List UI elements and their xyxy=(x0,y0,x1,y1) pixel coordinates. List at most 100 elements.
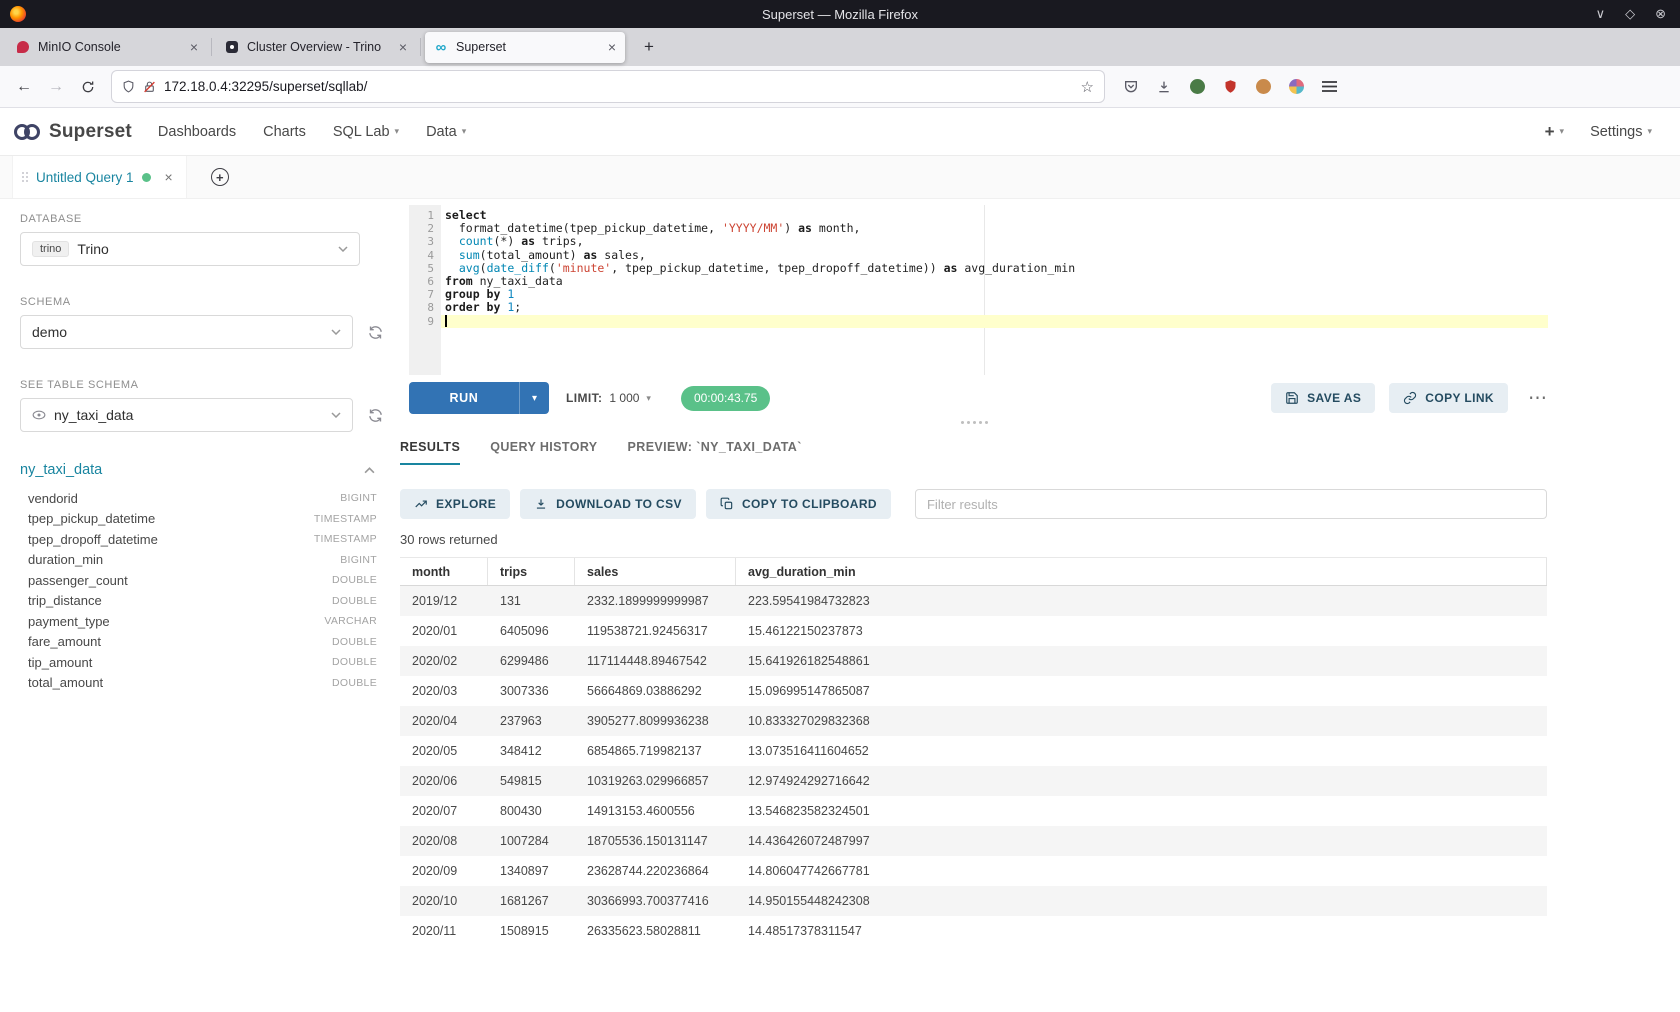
column-header[interactable]: month xyxy=(400,558,488,585)
tab-preview[interactable]: PREVIEW: `NY_TAXI_DATA` xyxy=(628,440,802,465)
browser-tab-trino[interactable]: Cluster Overview - Trino × xyxy=(216,32,416,63)
minimize-icon[interactable]: ∨ xyxy=(1596,6,1606,22)
tab-query-history[interactable]: QUERY HISTORY xyxy=(490,440,597,465)
reload-button[interactable] xyxy=(74,73,102,101)
shield-icon[interactable] xyxy=(122,79,135,94)
refresh-schema-icon[interactable] xyxy=(365,322,385,342)
code-line[interactable]: avg(date_diff('minute', tpep_pickup_date… xyxy=(441,262,1548,275)
table-row[interactable]: 2020/0780043014913153.460055613.54682358… xyxy=(400,796,1547,826)
table-name[interactable]: ny_taxi_data xyxy=(20,462,102,478)
nav-item-charts[interactable]: Charts xyxy=(263,124,306,140)
chevron-up-icon[interactable] xyxy=(364,467,375,474)
nav-item-dashboards[interactable]: Dashboards xyxy=(158,124,236,140)
column-row[interactable]: tip_amountDOUBLE xyxy=(20,652,385,673)
column-row[interactable]: vendoridBIGINT xyxy=(20,488,385,509)
table-row[interactable]: 2020/026299486117114448.8946754215.64192… xyxy=(400,646,1547,676)
copy-to-clipboard-button[interactable]: COPY TO CLIPBOARD xyxy=(706,489,891,519)
results-header-row: monthtripssalesavg_duration_min xyxy=(400,558,1547,586)
menu-hamburger-icon[interactable] xyxy=(1320,78,1338,96)
column-row[interactable]: duration_minBIGINT xyxy=(20,550,385,571)
table-row[interactable]: 2020/08100728418705536.15013114714.43642… xyxy=(400,826,1547,856)
query-tab[interactable]: Untitled Query 1 × xyxy=(12,156,187,198)
table-row[interactable]: 2020/0654981510319263.02996685712.974924… xyxy=(400,766,1547,796)
close-window-icon[interactable]: ⊗ xyxy=(1655,6,1666,22)
extension-icon-pinwheel[interactable] xyxy=(1287,78,1305,96)
code-line[interactable] xyxy=(441,315,1548,328)
ublock-shield-icon[interactable] xyxy=(1221,78,1239,96)
drag-handle-icon[interactable] xyxy=(22,172,28,182)
explore-button[interactable]: EXPLORE xyxy=(400,489,510,519)
pocket-icon[interactable] xyxy=(1122,78,1140,96)
column-row[interactable]: tpep_pickup_datetimeTIMESTAMP xyxy=(20,509,385,530)
results-toolbar: EXPLORE DOWNLOAD TO CSV COPY TO CLIPBOAR… xyxy=(400,489,1547,519)
table-row[interactable]: 2020/016405096119538721.9245631715.46122… xyxy=(400,616,1547,646)
column-name: vendorid xyxy=(28,491,78,506)
download-csv-button[interactable]: DOWNLOAD TO CSV xyxy=(520,489,696,519)
table-schema-label: SEE TABLE SCHEMA xyxy=(20,379,385,391)
database-select[interactable]: trino Trino xyxy=(20,232,360,266)
code-line[interactable]: order by 1; xyxy=(441,301,1548,314)
table-cell: 223.59541984732823 xyxy=(736,594,1547,608)
new-tab-button[interactable]: + xyxy=(636,34,662,60)
sql-editor[interactable]: 123456789 select format_datetime(tpep_pi… xyxy=(409,205,1548,375)
column-row[interactable]: total_amountDOUBLE xyxy=(20,673,385,694)
table-select[interactable]: ny_taxi_data xyxy=(20,398,353,432)
chevron-down-icon: ▾ xyxy=(1647,126,1652,137)
column-row[interactable]: payment_typeVARCHAR xyxy=(20,611,385,632)
limit-dropdown[interactable]: LIMIT: 1 000 ▾ xyxy=(566,391,651,405)
column-header[interactable]: avg_duration_min xyxy=(736,558,1547,585)
column-row[interactable]: trip_distanceDOUBLE xyxy=(20,591,385,612)
table-row[interactable]: 2020/03300733656664869.0388629215.096995… xyxy=(400,676,1547,706)
column-header[interactable]: trips xyxy=(488,558,575,585)
url-text[interactable]: 172.18.0.4:32295/superset/sqllab/ xyxy=(164,79,1073,94)
browser-tab-superset[interactable]: ∞ Superset × xyxy=(425,32,625,63)
refresh-table-icon[interactable] xyxy=(365,405,385,425)
bookmark-star-icon[interactable]: ☆ xyxy=(1081,78,1094,96)
pane-resize-handle[interactable] xyxy=(961,421,988,424)
extension-icon-green[interactable] xyxy=(1188,78,1206,96)
save-as-button[interactable]: SAVE AS xyxy=(1271,383,1375,413)
schema-select[interactable]: demo xyxy=(20,315,353,349)
table-row[interactable]: 2020/042379633905277.809993623810.833327… xyxy=(400,706,1547,736)
superset-brand[interactable]: Superset xyxy=(14,121,132,143)
run-options-caret[interactable]: ▾ xyxy=(519,382,549,414)
forward-button[interactable]: → xyxy=(42,73,70,101)
table-row[interactable]: 2020/053484126854865.71998213713.0735164… xyxy=(400,736,1547,766)
downloads-icon[interactable] xyxy=(1155,78,1173,96)
code-line[interactable]: format_datetime(tpep_pickup_datetime, 'Y… xyxy=(441,222,1548,235)
filter-results-input[interactable] xyxy=(915,489,1547,519)
insecure-lock-icon[interactable] xyxy=(143,80,156,94)
column-header[interactable]: sales xyxy=(575,558,736,585)
column-row[interactable]: passenger_countDOUBLE xyxy=(20,570,385,591)
column-row[interactable]: tpep_dropoff_datetimeTIMESTAMP xyxy=(20,529,385,550)
nav-item-sqllab[interactable]: SQL Lab▾ xyxy=(333,124,399,140)
table-row[interactable]: 2020/10168126730366993.70037741614.95015… xyxy=(400,886,1547,916)
close-tab-icon[interactable]: × xyxy=(190,40,198,54)
settings-menu[interactable]: Settings▾ xyxy=(1590,124,1652,140)
extension-icon-cookie[interactable] xyxy=(1254,78,1272,96)
add-query-tab-button[interactable]: + xyxy=(211,168,229,186)
column-name: trip_distance xyxy=(28,593,102,608)
nav-item-data[interactable]: Data▾ xyxy=(426,124,466,140)
run-button[interactable]: RUN xyxy=(409,382,519,414)
editor-code[interactable]: select format_datetime(tpep_pickup_datet… xyxy=(441,205,1548,375)
column-row[interactable]: fare_amountDOUBLE xyxy=(20,632,385,653)
tab-results[interactable]: RESULTS xyxy=(400,440,460,465)
table-row[interactable]: 2020/09134089723628744.22023686414.80604… xyxy=(400,856,1547,886)
close-tab-icon[interactable]: × xyxy=(608,40,616,54)
run-split-button[interactable]: RUN ▾ xyxy=(409,382,549,414)
table-row[interactable]: 2019/121312332.1899999999987223.59541984… xyxy=(400,586,1547,616)
browser-tab-minio[interactable]: MinIO Console × xyxy=(7,32,207,63)
code-line[interactable]: group by 1 xyxy=(441,288,1548,301)
close-query-tab-icon[interactable]: × xyxy=(165,169,173,185)
table-row[interactable]: 2020/11150891526335623.5802881114.485173… xyxy=(400,916,1547,938)
back-button[interactable]: ← xyxy=(10,73,38,101)
new-dropdown-button[interactable]: +▾ xyxy=(1545,122,1564,142)
more-options-icon[interactable]: ⋯ xyxy=(1528,387,1548,410)
maximize-icon[interactable]: ◇ xyxy=(1625,6,1635,22)
table-cell: 3905277.8099936238 xyxy=(575,714,736,728)
code-line[interactable]: from ny_taxi_data xyxy=(441,275,1548,288)
close-tab-icon[interactable]: × xyxy=(399,40,407,54)
copy-link-button[interactable]: COPY LINK xyxy=(1389,383,1508,413)
address-bar[interactable]: 172.18.0.4:32295/superset/sqllab/ ☆ xyxy=(112,71,1104,102)
